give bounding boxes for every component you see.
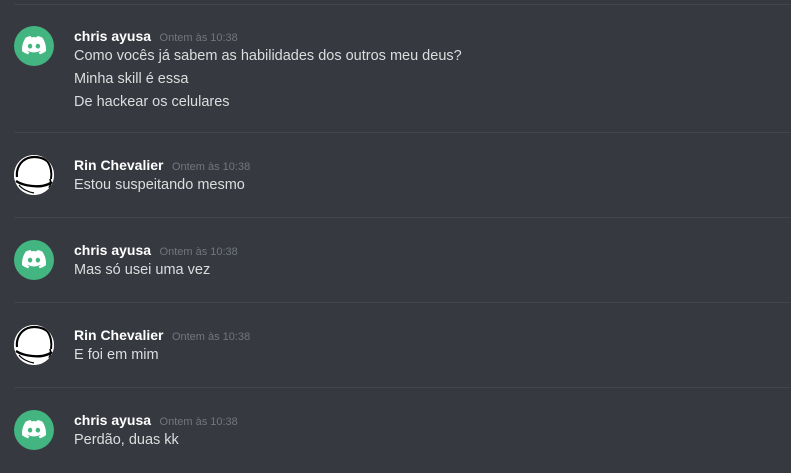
discord-logo-icon [22,250,46,269]
message-divider [14,387,791,388]
message-divider [14,217,791,218]
message-timestamp[interactable]: Ontem às 10:38 [172,331,250,343]
message-content: Perdão, duas kk [74,429,179,452]
discord-logo-icon [22,36,46,55]
message-line: De hackear os celulares [74,94,230,110]
message-line: Mas só usei uma vez [74,262,211,278]
message-line: Perdão, duas kk [74,432,179,448]
username[interactable]: chris ayusa [74,28,151,44]
username[interactable]: Rin Chevalier [74,327,163,343]
user-avatar[interactable] [14,325,54,365]
message-content: Mas só usei uma vez [74,259,210,282]
message-divider [14,302,791,303]
username[interactable]: chris ayusa [74,412,151,428]
user-avatar[interactable] [14,155,54,195]
message-timestamp[interactable]: Ontem às 10:38 [160,32,238,44]
message-timestamp[interactable]: Ontem às 10:38 [160,416,238,428]
username[interactable]: chris ayusa [74,242,151,258]
sketch-avatar-icon [14,325,54,365]
message-line: E foi em mim [74,347,159,363]
username[interactable]: Rin Chevalier [74,157,163,173]
message-line: Minha skill é essa [74,71,189,87]
user-avatar[interactable] [14,26,54,66]
message-divider [14,132,791,133]
message-content: E foi em mim [74,344,159,367]
user-avatar[interactable] [14,240,54,280]
sketch-avatar-icon [14,155,54,195]
message-content: Estou suspeitando mesmo [74,174,245,197]
message-timestamp[interactable]: Ontem às 10:38 [172,161,250,173]
message-line: Estou suspeitando mesmo [74,177,245,193]
user-avatar[interactable] [14,410,54,450]
message-divider [14,4,791,5]
chat-message-list: chris ayusa Ontem às 10:38 Como vocês já… [0,0,791,473]
message-line: Como vocês já sabem as habilidades dos o… [74,48,462,64]
message-content: Como vocês já sabem as habilidades dos o… [74,45,462,114]
message-timestamp[interactable]: Ontem às 10:38 [160,246,238,258]
discord-logo-icon [22,420,46,439]
